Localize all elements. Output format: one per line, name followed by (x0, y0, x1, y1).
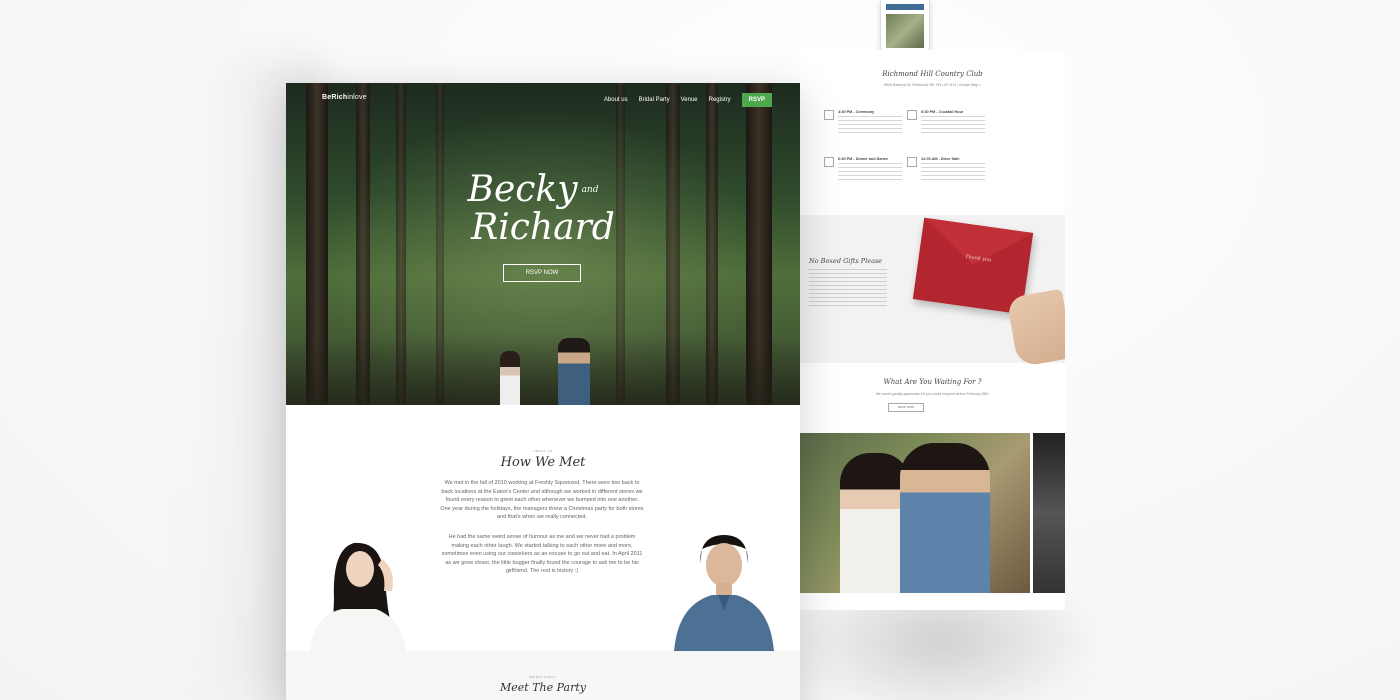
schedule-time: 12:00 AM - Drive Safe (921, 157, 960, 161)
gifts-text (809, 269, 887, 307)
and-text: and (581, 185, 599, 195)
nav-bridal-party[interactable]: Bridal Party (639, 97, 670, 103)
bw-photo (1033, 433, 1065, 593)
rsvp-now-button[interactable]: RSVP NOW (888, 403, 924, 412)
nav-registry[interactable]: Registry (709, 97, 731, 103)
groom-figure (558, 338, 590, 405)
about-section: ABOUT US How We Met We met in the fall o… (286, 405, 800, 651)
schedule-description (838, 163, 902, 181)
top-nav: BeRichinlove About us Bridal Party Venue… (286, 83, 800, 115)
section-tag: ABOUT US (533, 449, 553, 453)
main-page-mockup: BeRichinlove About us Bridal Party Venue… (286, 83, 800, 700)
brand-logo[interactable]: BeRichinlove (322, 94, 367, 101)
groom-bride-name-1: Becky (467, 169, 578, 210)
car-icon (907, 157, 917, 167)
bridal-party-section: BRIDAL PARTY Meet The Party (286, 651, 800, 700)
gifts-title: No Boxed Gifts Please (809, 257, 883, 265)
schedule-time: 4:30 PM - Ceremony (838, 110, 875, 114)
party-heading: Meet The Party (500, 681, 586, 694)
nav-venue[interactable]: Venue (681, 97, 698, 103)
schedule-description (838, 116, 902, 134)
ring-icon (824, 110, 834, 120)
bride-portrait (310, 542, 406, 651)
hero-title: Becky and Richard (286, 171, 800, 247)
groom-figure (900, 443, 990, 593)
bride-figure (500, 351, 520, 405)
envelope-flap (918, 217, 1034, 273)
instagram-photo (886, 14, 924, 48)
venue-title: Richmond Hill Country Club (882, 70, 983, 78)
schedule-time: 6:30 PM - Dinner and Dance (838, 157, 889, 161)
brand-bold: BeRich (322, 94, 348, 101)
gifts-section: No Boxed Gifts Please Thank you (800, 215, 1065, 368)
nav-rsvp-button[interactable]: RSVP (741, 93, 772, 107)
waiting-text: We would greatly appreciate it if you co… (875, 392, 990, 396)
venue-address: 8905 Bathurst St, Richmond Hill, ON L4C … (884, 83, 981, 87)
schedule-time: 5:30 PM - Cocktail Hour (921, 110, 964, 114)
hero-section: BeRichinlove About us Bridal Party Venue… (286, 83, 800, 405)
cocktail-icon (907, 110, 917, 120)
nav-about-us[interactable]: About us (604, 97, 628, 103)
groom-bride-name-2: Richard (471, 207, 615, 248)
phone-mockup (880, 0, 930, 53)
couple-photo (800, 433, 1030, 593)
presentation-stage: Richmond Hill Country Club 8905 Bathurst… (0, 0, 1400, 700)
secondary-page-mockup: Richmond Hill Country Club 8905 Bathurst… (800, 50, 1065, 610)
brand-light: inlove (347, 94, 367, 101)
dinner-icon (824, 157, 834, 167)
schedule-description (921, 116, 985, 134)
hand-image (1006, 288, 1065, 368)
hero-rsvp-button[interactable]: RSVP NOW (503, 264, 581, 282)
groom-portrait (674, 535, 774, 651)
forest-floor (286, 335, 800, 405)
waiting-title: What Are You Waiting For ? (883, 378, 982, 386)
about-paragraph-1: We met in the fall of 2010 working at Fr… (440, 480, 644, 520)
schedule-description (921, 163, 985, 181)
about-heading: How We Met (500, 455, 586, 470)
section-tag: BRIDAL PARTY (529, 675, 557, 679)
instagram-header (886, 4, 924, 10)
nav-links: About us Bridal Party Venue Registry RSV… (604, 93, 772, 107)
about-paragraph-2: He had the same weird sense of humour as… (441, 534, 643, 574)
